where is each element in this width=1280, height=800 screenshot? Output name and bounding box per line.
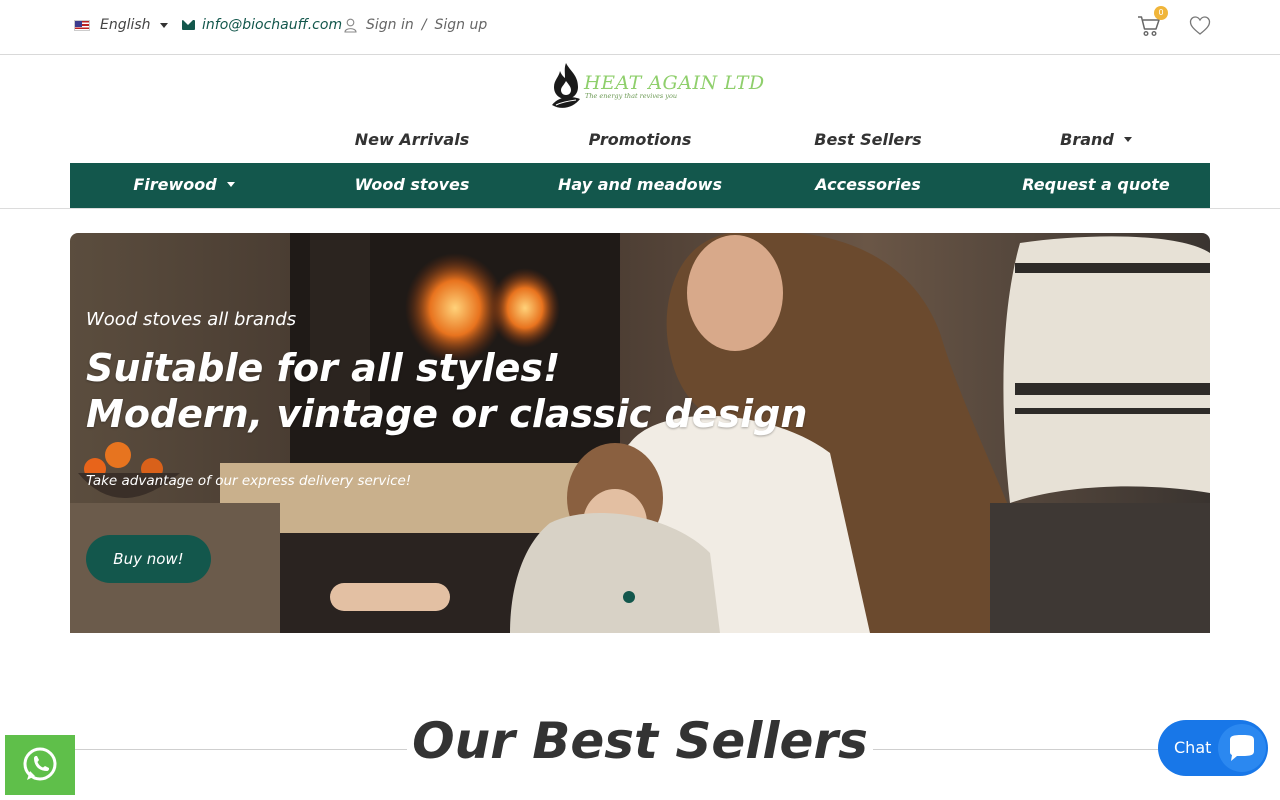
primary-nav: New Arrivals Promotions Best Sellers Bra… (298, 125, 1210, 155)
nav-firewood[interactable]: Firewood (70, 163, 298, 208)
nav-wood-stoves[interactable]: Wood stoves (298, 163, 526, 208)
chat-bubble-icon (1218, 724, 1266, 772)
email-text: info@biochauff.com (202, 17, 343, 33)
nav-best-sellers[interactable]: Best Sellers (754, 125, 982, 155)
sign-in-link[interactable]: Sign in (366, 17, 414, 33)
carousel-dot[interactable] (623, 591, 635, 603)
hero-kicker: Wood stoves all brands (86, 309, 297, 330)
user-icon (344, 18, 357, 33)
hero-banner: Wood stoves all brands Suitable for all … (70, 233, 1210, 633)
nav-promotions[interactable]: Promotions (526, 125, 754, 155)
hero-subtext: Take advantage of our express delivery s… (86, 473, 412, 489)
heart-icon[interactable] (1189, 15, 1211, 37)
sign-up-link[interactable]: Sign up (434, 17, 487, 33)
section-title: Our Best Sellers (412, 712, 868, 770)
whatsapp-button[interactable] (5, 735, 75, 795)
nav-label: Best Sellers (814, 130, 922, 149)
chevron-down-icon (159, 22, 168, 28)
cart-count-badge: 0 (1154, 6, 1168, 20)
us-flag-icon (74, 19, 90, 31)
nav-label: Wood stoves (354, 175, 470, 194)
envelope-icon (182, 20, 195, 30)
top-bar: English info@biochauff.com Sign in / Sig… (0, 0, 1280, 55)
chevron-down-icon (226, 182, 235, 187)
auth-separator: / (421, 17, 427, 33)
nav-label: Promotions (588, 130, 692, 149)
nav-brand[interactable]: Brand (982, 125, 1210, 155)
chat-widget-button[interactable]: Chat (1158, 720, 1268, 776)
language-selector[interactable]: English (74, 17, 168, 33)
hero-headline-line-1: Suitable for all styles! (86, 346, 561, 390)
nav-hay-meadows[interactable]: Hay and meadows (526, 163, 754, 208)
logo-name: HEAT AGAIN LTD (584, 71, 765, 94)
nav-label: Firewood (133, 175, 217, 194)
hero-headline-line-2: Modern, vintage or classic design (86, 392, 808, 436)
nav-divider (0, 208, 1280, 209)
nav-request-quote[interactable]: Request a quote (982, 163, 1210, 208)
category-nav: Firewood Wood stoves Hay and meadows Acc… (70, 163, 1210, 208)
site-logo[interactable]: HEAT AGAIN LTD The energy that revives y… (548, 61, 765, 111)
flame-leaf-logo-icon (552, 63, 580, 108)
chevron-down-icon (1123, 137, 1132, 142)
hero-headline: Suitable for all styles! Modern, vintage… (86, 345, 807, 437)
nav-new-arrivals[interactable]: New Arrivals (298, 125, 526, 155)
logo-text: HEAT AGAIN LTD The energy that revives y… (584, 73, 765, 100)
email-link[interactable]: info@biochauff.com (182, 17, 342, 33)
nav-label: Hay and meadows (558, 175, 722, 194)
nav-label: Brand (1060, 130, 1114, 149)
buy-now-button[interactable]: Buy now! (86, 535, 211, 583)
nav-accessories[interactable]: Accessories (754, 163, 982, 208)
nav-label: Request a quote (1022, 175, 1170, 194)
nav-label: New Arrivals (354, 130, 470, 149)
whatsapp-icon (23, 747, 57, 781)
nav-label: Accessories (815, 175, 921, 194)
auth-links: Sign in / Sign up (344, 17, 487, 33)
language-label: English (100, 17, 151, 33)
chat-label: Chat (1174, 738, 1212, 757)
